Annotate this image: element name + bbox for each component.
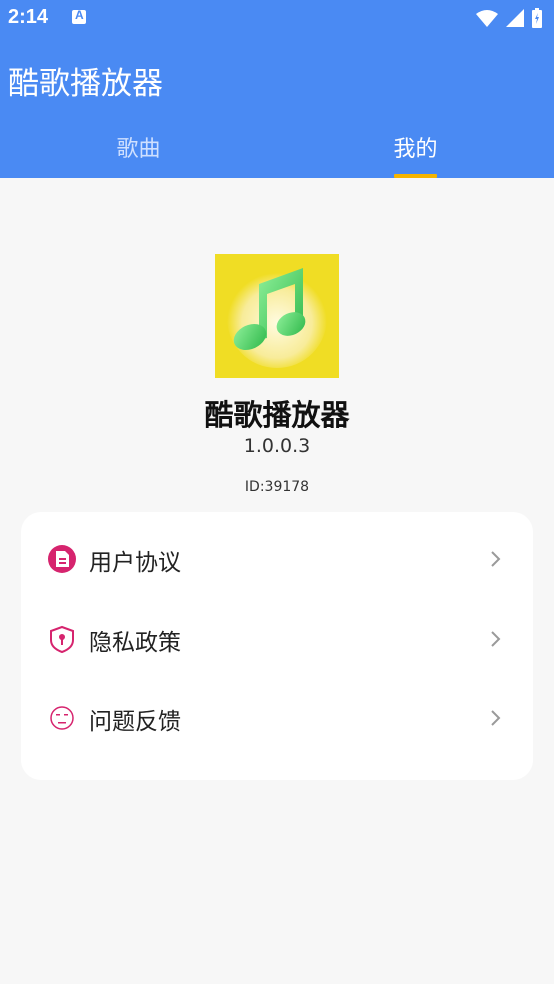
tab-mine-label: 我的: [393, 137, 438, 162]
feedback-face-icon: [50, 706, 74, 730]
profile-app-name: 酷歌播放器: [204, 398, 350, 432]
wifi-icon: [476, 10, 498, 27]
tab-indicator: [394, 174, 437, 178]
chevron-right-icon: [491, 710, 501, 726]
menu-label: 隐私政策: [89, 630, 181, 656]
signal-icon: [506, 9, 524, 27]
document-icon: [48, 545, 76, 573]
app-id: ID:39178: [244, 479, 310, 495]
status-bar: 2:14: [0, 0, 554, 38]
tab-mine[interactable]: 我的: [277, 126, 554, 178]
menu-label: 问题反馈: [89, 709, 181, 735]
app-logo: [215, 254, 339, 378]
chevron-right-icon: [491, 551, 501, 567]
tab-bar: 歌曲 我的: [0, 126, 554, 178]
menu-card: 用户协议 隐私政策 问题反馈: [21, 512, 533, 780]
app-title: 酷歌播放器: [8, 66, 163, 102]
chevron-right-icon: [491, 631, 501, 647]
shield-lock-icon: [50, 625, 74, 653]
menu-item-feedback[interactable]: 问题反馈: [21, 688, 533, 748]
music-note-icon: [227, 268, 327, 368]
battery-icon: [532, 8, 542, 28]
tab-songs[interactable]: 歌曲: [0, 126, 277, 178]
menu-item-privacy-policy[interactable]: 隐私政策: [21, 609, 533, 669]
status-time: 2:14: [8, 6, 49, 28]
accessibility-icon: [72, 8, 86, 24]
menu-label: 用户协议: [89, 550, 181, 576]
app-bar: 2:14 酷歌播放器 歌曲 我的: [0, 0, 554, 178]
menu-item-user-agreement[interactable]: 用户协议: [21, 529, 533, 589]
app-version: 1.0.0.3: [243, 435, 311, 457]
